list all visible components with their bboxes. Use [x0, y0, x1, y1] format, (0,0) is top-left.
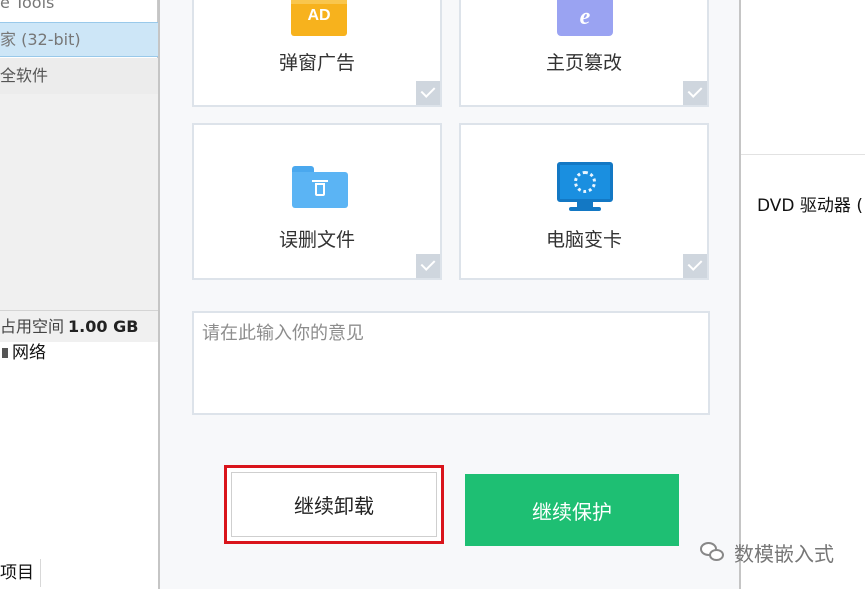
divider — [741, 154, 865, 155]
reason-card-label: 电脑变卡 — [545, 229, 622, 251]
program-row-selected[interactable]: 家 (32-bit) — [0, 22, 158, 57]
space-usage-value: 1.00 GB — [68, 317, 139, 336]
dvd-drive-item[interactable]: DVD 驱动器 ( — [757, 191, 863, 216]
continue-uninstall-button[interactable]: 继续卸载 — [224, 465, 444, 544]
space-usage-footer: 占用空间 1.00 GB — [0, 310, 158, 342]
program-row[interactable]: e Tools — [0, 0, 158, 20]
reason-card-deleted-files[interactable]: 误删文件 — [192, 123, 442, 280]
ad-icon-text: AD — [307, 7, 331, 24]
ie-icon-text: e — [579, 4, 591, 30]
reason-card-popup-ads[interactable]: AD 弹窗广告 — [192, 0, 442, 107]
checkmark-icon[interactable] — [416, 254, 440, 278]
screen: e Tools 家 (32-bit) 全软件 占用空间 1.00 GB 网络 项目… — [0, 0, 865, 589]
network-label: 网络 — [12, 343, 46, 363]
folder-trash-icon — [292, 166, 348, 208]
space-usage-label: 占用空间 — [0, 317, 65, 336]
checkmark-icon[interactable] — [683, 254, 707, 278]
feedback-input[interactable] — [192, 311, 710, 415]
continue-protect-button[interactable]: 继续保护 — [465, 474, 679, 546]
reason-card-pc-slow[interactable]: 电脑变卡 — [459, 123, 709, 280]
watermark: 数模嵌入式 — [700, 536, 834, 568]
ie-icon: e — [557, 0, 613, 36]
reason-card-label: 弹窗广告 — [278, 52, 355, 74]
reason-card-homepage-hijack[interactable]: e 主页篡改 — [459, 0, 709, 107]
checkmark-icon[interactable] — [683, 81, 707, 105]
background-program-list: e Tools 家 (32-bit) 全软件 占用空间 1.00 GB — [0, 0, 158, 342]
monitor-loading-icon — [557, 162, 613, 212]
list-empty-area — [0, 94, 158, 310]
wechat-icon — [700, 540, 726, 564]
items-count-status: 项目 — [0, 559, 41, 587]
ad-icon: AD — [291, 0, 347, 36]
program-row[interactable]: 全软件 — [0, 58, 158, 94]
network-nav-item[interactable]: 网络 — [0, 340, 46, 366]
reason-card-label: 主页篡改 — [545, 52, 622, 74]
uninstall-dialog: AD 弹窗广告 e 主页篡改 误删文件 电脑变卡 请在此输入你的意见 继续卸载 … — [158, 0, 741, 589]
watermark-text: 数模嵌入式 — [734, 541, 834, 566]
reason-card-label: 误删文件 — [278, 229, 355, 251]
continue-uninstall-label: 继续卸载 — [231, 472, 437, 537]
network-icon — [2, 348, 8, 358]
checkmark-icon[interactable] — [416, 81, 440, 105]
